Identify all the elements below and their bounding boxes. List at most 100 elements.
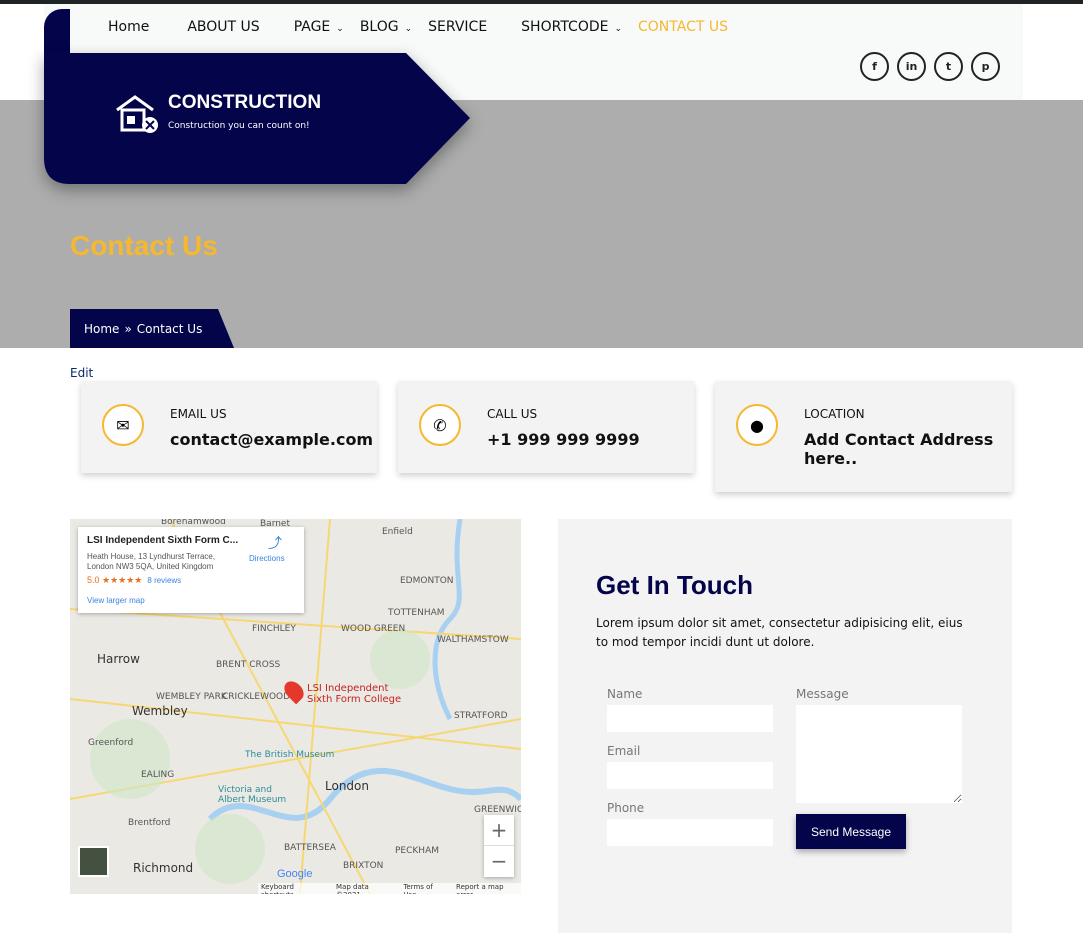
breadcrumb-current: Contact Us [136,321,203,336]
map-label: GREENWICH [474,805,521,815]
nav-shortcode[interactable]: SHORTCODE ⌄ [521,19,622,35]
twitter-icon[interactable]: t [934,52,963,81]
email-field[interactable] [607,762,773,789]
map-label: CRICKLEWOOD [222,692,291,702]
place-address-line2: London NW3 5QA, United Kingdom [87,562,214,571]
edit-link[interactable]: Edit [70,366,93,380]
phone-icon: ✆ [419,404,461,446]
send-message-button[interactable]: Send Message [796,814,906,849]
marker-label: LSI Independent Sixth Form College [307,683,402,705]
map-label: Borehamwood [161,519,226,527]
name-label: Name [607,687,643,701]
map-label: WALTHAMSTOW [437,635,509,645]
social-links: f in t p [860,52,1000,81]
map-label: The British Museum [245,750,335,760]
map-pin-icon: ● [736,404,778,446]
pinterest-icon[interactable]: p [971,52,1000,81]
double-chevron-right-icon: » [124,321,132,336]
map-label: Greenford [88,738,134,748]
map-label: London [325,779,369,793]
zoom-in-button[interactable]: + [484,815,514,846]
map-label: EALING [141,770,175,780]
map-label: Enfield [382,527,413,537]
contact-form-panel: Get In Touch Lorem ipsum dolor sit amet,… [558,519,1012,933]
place-rating: 5.0 ★★★★★ 8 reviews [87,575,181,586]
map-label: FINCHLEY [252,624,296,634]
message-label: Message [796,687,849,701]
map-label: WOOD GREEN [341,624,406,634]
map-label: PECKHAM [395,846,439,856]
nav-service[interactable]: SERVICE [428,19,487,35]
view-larger-map-link[interactable]: View larger map [87,596,145,605]
map-label: BRIXTON [343,861,384,871]
name-field[interactable] [607,705,773,732]
map-label: Wembley [132,704,188,718]
map-label: BATTERSEA [284,843,336,853]
location-card: ● LOCATION Add Contact Address here.. [715,381,1012,492]
map-label: WEMBLEY PARK [156,692,227,702]
card-value: Add Contact Address here.. [804,430,994,468]
facebook-icon[interactable]: f [860,52,889,81]
nav-about-us[interactable]: ABOUT US [187,19,259,35]
logo-title: CONSTRUCTION [168,92,322,113]
satellite-toggle[interactable] [78,846,109,877]
map-label: Harrow [97,652,140,666]
card-value[interactable]: +1 999 999 9999 [487,430,677,449]
place-name: LSI Independent Sixth Form C... [87,535,239,546]
reviews-link[interactable]: 8 reviews [147,576,181,585]
google-map[interactable]: Borehamwood Barnet Enfield EDMONTON TOTT… [70,519,521,894]
form-title: Get In Touch [596,570,753,600]
breadcrumb-home[interactable]: Home [84,322,119,336]
nav-home[interactable]: Home [108,19,149,35]
nav-page-label: PAGE [293,19,331,35]
nav-shortcode-label: SHORTCODE [521,19,609,35]
phone-field[interactable] [607,819,773,846]
phone-label: Phone [607,801,645,815]
nav-contact-us[interactable]: CONTACT US [638,19,728,35]
email-card: ✉ EMAIL US contact@example.com [81,381,377,473]
map-label: BRENT CROSS [216,660,281,670]
keyboard-shortcuts-link[interactable]: Keyboard shortcuts [261,883,327,894]
zoom-controls: + − [484,815,514,877]
map-label: Brentford [128,818,171,828]
logo-tab [44,9,70,59]
star-icons: ★★★★★ [102,575,143,585]
main-nav: Home ABOUT US PAGE ⌄ BLOG ⌄ SERVICE SHORTC… [108,19,728,35]
nav-page[interactable]: PAGE ⌄ [294,19,344,35]
chevron-down-icon: ⌄ [614,24,623,34]
logo-badge[interactable] [44,53,470,184]
map-footer: Keyboard shortcuts Map data ©2021 Terms … [258,883,521,894]
nav-blog-label: BLOG [359,19,399,35]
map-label: Richmond [133,861,194,875]
phone-card: ✆ CALL US +1 999 999 9999 [398,381,694,473]
terms-link[interactable]: Terms of Use [403,883,447,894]
card-label: LOCATION [804,407,865,421]
rating-value: 5.0 [87,575,100,585]
email-label: Email [607,744,641,758]
house-tools-icon [116,95,158,133]
place-address-line1: Heath House, 13 Lyndhurst Terrace, [87,552,216,561]
chevron-down-icon: ⌄ [336,24,344,34]
map-label: EDMONTON [400,576,454,586]
map-label: TOTTENHAM [388,608,445,618]
breadcrumb: Home » Contact Us [70,309,234,348]
chevron-down-icon: ⌄ [404,24,413,34]
logo-tagline: Construction you can count on! [168,121,310,131]
google-logo: Google [277,868,313,880]
page-title: Contact Us [70,230,218,261]
card-label: CALL US [487,407,538,421]
envelope-icon: ✉ [102,404,144,446]
card-value[interactable]: contact@example.com [170,430,373,449]
nav-blog[interactable]: BLOG ⌄ [360,19,412,35]
directions-icon[interactable]: ⤴ [268,533,282,553]
map-data-text: Map data ©2021 [336,883,369,894]
message-field[interactable] [796,705,962,803]
report-error-link[interactable]: Report a map error [456,883,521,894]
map-info-window: LSI Independent Sixth Form C... Heath Ho… [78,527,304,613]
directions-link[interactable]: Directions [249,554,285,563]
linkedin-icon[interactable]: in [897,52,926,81]
map-label: Victoria and Albert Museum [218,785,287,805]
card-label: EMAIL US [170,407,227,421]
form-intro: Lorem ipsum dolor sit amet, consectetur … [596,616,963,649]
zoom-out-button[interactable]: − [484,846,514,877]
